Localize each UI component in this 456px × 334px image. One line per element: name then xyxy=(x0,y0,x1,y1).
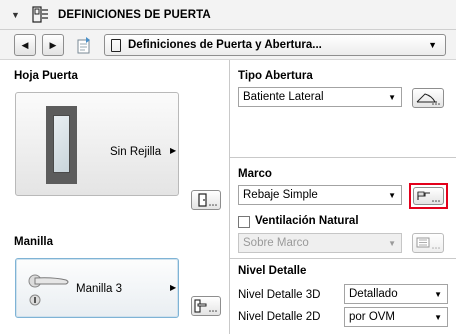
handle-picker-button[interactable]: Manilla 3 ▶ xyxy=(15,258,179,318)
opening-settings-button[interactable] xyxy=(412,88,444,108)
opening-section-title: Tipo Abertura xyxy=(238,70,313,82)
arrow-right-icon: ▶ xyxy=(170,146,177,155)
preset-label: Definiciones de Puerta y Abertura... xyxy=(128,39,322,51)
frame-settings-button[interactable] xyxy=(413,187,444,205)
collapse-triangle-icon[interactable]: ▼ xyxy=(11,10,20,20)
handle-selection-label: Manilla 3 xyxy=(76,283,123,295)
door-handle-preview-icon xyxy=(28,274,69,306)
detail-2d-value: por OVM xyxy=(349,311,396,323)
opening-type-dropdown[interactable]: Batiente Lateral ▼ xyxy=(238,87,402,107)
chevron-down-icon: ▼ xyxy=(388,191,396,200)
chevron-down-icon: ▼ xyxy=(388,239,396,248)
detail-2d-label: Nivel Detalle 2D xyxy=(238,311,321,323)
arrow-right-icon: ▶ xyxy=(170,283,177,292)
previous-button[interactable]: ◀ xyxy=(14,34,36,56)
arrow-left-icon: ◀ xyxy=(21,39,29,50)
panel-title: DEFINICIONES DE PUERTA xyxy=(58,9,211,21)
opening-type-value: Batiente Lateral xyxy=(243,91,324,103)
ventilation-grille-icon xyxy=(416,237,440,249)
frame-type-dropdown[interactable]: Rebaje Simple ▼ xyxy=(238,185,402,205)
leaf-settings-button[interactable] xyxy=(191,190,221,210)
handle-settings-button[interactable] xyxy=(191,296,221,316)
frame-section-title: Marco xyxy=(238,168,272,180)
door-icon xyxy=(111,39,121,52)
favorites-button[interactable] xyxy=(72,34,96,56)
detail-3d-label: Nivel Detalle 3D xyxy=(238,289,321,301)
detail-section-title: Nivel Detalle xyxy=(238,265,307,277)
door-settings-icon xyxy=(32,6,48,23)
next-button[interactable]: ▶ xyxy=(42,34,64,56)
favorites-icon xyxy=(77,37,90,54)
leaf-section-title: Hoja Puerta xyxy=(14,70,78,82)
chevron-down-icon: ▼ xyxy=(428,40,437,50)
door-glass-preview xyxy=(53,115,70,173)
frame-profile-icon xyxy=(416,191,440,202)
ventilation-value: Sobre Marco xyxy=(243,237,309,249)
ventilation-checkbox[interactable] xyxy=(238,216,250,228)
detail-2d-dropdown[interactable]: por OVM ▼ xyxy=(344,307,448,327)
chevron-down-icon: ▼ xyxy=(434,290,442,299)
handle-settings-icon xyxy=(194,299,217,313)
handle-section-title: Manilla xyxy=(14,236,53,248)
chevron-down-icon: ▼ xyxy=(434,313,442,322)
detail-3d-value: Detallado xyxy=(349,288,398,300)
frame-type-value: Rebaje Simple xyxy=(243,189,318,201)
vertical-divider xyxy=(229,60,230,334)
arrow-right-icon: ▶ xyxy=(49,39,57,50)
leaf-picker-button[interactable]: Sin Rejilla ▶ xyxy=(15,92,179,196)
detail-3d-dropdown[interactable]: Detallado ▼ xyxy=(344,284,448,304)
leaf-selection-label: Sin Rejilla xyxy=(110,146,162,158)
preset-dropdown[interactable]: Definiciones de Puerta y Abertura... ▼ xyxy=(104,34,446,56)
section-divider xyxy=(230,258,456,259)
ventilation-settings-button xyxy=(412,233,444,253)
ventilation-label: Ventilación Natural xyxy=(255,215,359,227)
section-divider xyxy=(230,157,456,158)
door-settings-icon xyxy=(198,193,217,207)
swing-opening-icon xyxy=(416,93,440,105)
ventilation-dropdown: Sobre Marco ▼ xyxy=(238,233,402,253)
chevron-down-icon: ▼ xyxy=(388,93,396,102)
